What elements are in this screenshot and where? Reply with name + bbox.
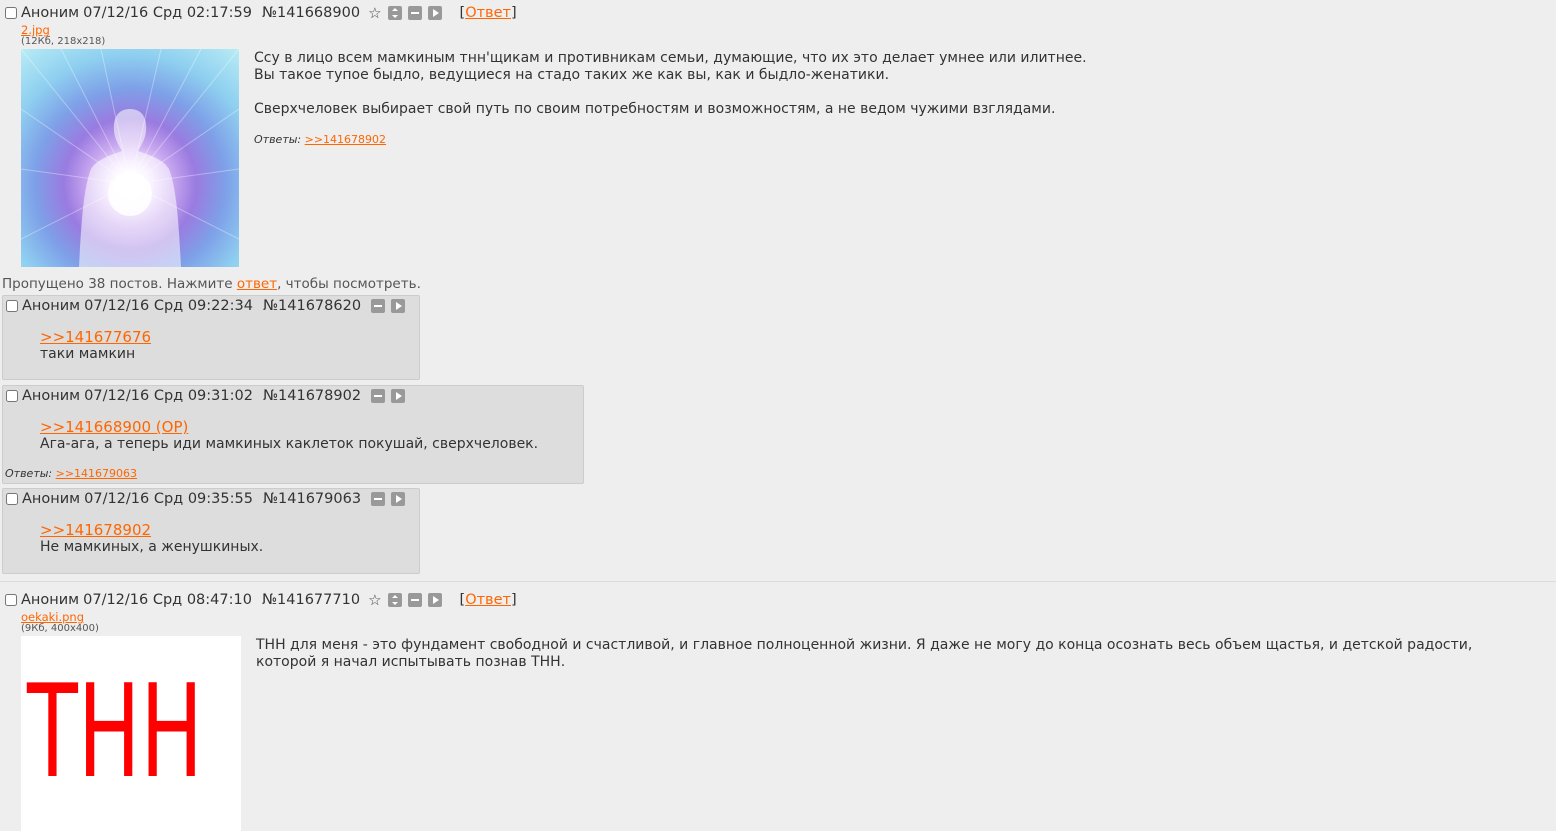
op1-replies-label: Ответы: (254, 133, 302, 146)
op2-image[interactable]: ТНН (21, 636, 241, 831)
reply-post-141679063: Аноним 07/12/16 Срд 09:35:55 №141679063 … (2, 488, 420, 574)
play-icon[interactable] (427, 593, 442, 607)
op2-post-number[interactable]: №141677710 (262, 592, 360, 608)
op2-header: Аноним 07/12/16 Срд 08:47:10 №141677710 … (0, 590, 517, 610)
op1-image[interactable] (21, 49, 239, 267)
post3-quote-link[interactable]: >>141668900 (OP) (40, 419, 538, 436)
post2-select-checkbox[interactable] (6, 300, 18, 312)
omitted-text-before: Пропущено 38 постов. Нажмите (2, 276, 237, 292)
post4-post-number[interactable]: №141679063 (263, 491, 361, 507)
hide-icon[interactable] (407, 593, 422, 607)
expand-icon[interactable] (387, 593, 402, 607)
op1-post-number[interactable]: №141668900 (262, 5, 360, 21)
op1-file-name[interactable]: 2.jpg (21, 24, 105, 36)
play-icon[interactable] (427, 6, 442, 20)
expand-icon[interactable] (387, 6, 402, 20)
op1-reply-bracket-close: ] (510, 5, 517, 21)
post2-message: >>141677676 таки мамкин (40, 329, 151, 363)
op2-image-text: ТНН (26, 658, 203, 807)
post4-select-checkbox[interactable] (6, 493, 18, 505)
op1-poster-name: Аноним (21, 5, 80, 21)
post4-quote-link[interactable]: >>141678902 (40, 522, 263, 539)
op2-select-checkbox[interactable] (5, 594, 17, 606)
op2-message: ТНН для меня - это фундамент свободной и… (256, 637, 1506, 671)
star-icon[interactable]: ☆ (368, 6, 381, 21)
op1-replies: Ответы: >>141678902 (254, 133, 386, 146)
hide-icon[interactable] (371, 492, 386, 506)
omitted-reply-link[interactable]: ответ (237, 276, 277, 292)
post4-message: >>141678902 Не мамкиных, а женушкиных. (40, 522, 263, 556)
op2-poster-name: Аноним (21, 592, 80, 608)
post4-post-date: 07/12/16 Срд 09:35:55 (84, 491, 253, 507)
post2-post-date: 07/12/16 Срд 09:22:34 (84, 298, 253, 314)
post2-post-number[interactable]: №141678620 (263, 298, 361, 314)
post3-replies: Ответы: >>141679063 (5, 467, 137, 480)
post2-header: Аноним 07/12/16 Срд 09:22:34 №141678620 (3, 296, 406, 316)
op2-file-meta: (9Кб, 400x400) (21, 623, 99, 634)
op1-message-line: Вы такое тупое быдло, ведущиеся на стадо… (254, 67, 890, 83)
post3-replies-label: Ответы: (5, 467, 53, 480)
post2-quote-link[interactable]: >>141677676 (40, 329, 151, 346)
post3-post-date: 07/12/16 Срд 09:31:02 (84, 388, 253, 404)
post3-poster-name: Аноним (22, 388, 81, 404)
op2-message-line: ТНН для меня - это фундамент свободной и… (256, 637, 1473, 670)
post2-poster-name: Аноним (22, 298, 81, 314)
op2-file-name[interactable]: oekaki.png (21, 611, 99, 623)
post3-header: Аноним 07/12/16 Срд 09:31:02 №141678902 (3, 386, 406, 406)
op1-replies-link[interactable]: >>141678902 (305, 133, 386, 146)
op1-message: Ссу в лицо всем мамкиным тнн'щикам и про… (254, 50, 1534, 118)
reply-post-141678902: Аноним 07/12/16 Срд 09:31:02 №141678902 … (2, 385, 584, 484)
op2-reply-link[interactable]: Ответ (465, 592, 511, 608)
op1-message-line: Сверхчеловек выбирает свой путь по своим… (254, 101, 1056, 117)
op1-reply-link[interactable]: Ответ (465, 5, 511, 21)
op1-file-info: 2.jpg (12Кб, 218x218) (21, 24, 106, 47)
op1-header: Аноним 07/12/16 Срд 02:17:59 №141668900 … (0, 3, 517, 23)
hide-icon[interactable] (371, 299, 386, 313)
star-icon[interactable]: ☆ (368, 593, 381, 608)
op1-file-meta: (12Кб, 218x218) (21, 36, 106, 47)
hide-icon[interactable] (407, 6, 422, 20)
post4-text: Не мамкиных, а женушкиных. (40, 539, 264, 555)
op2-file-info: oekaki.png (9Кб, 400x400) (21, 611, 99, 634)
op1-message-line: Ссу в лицо всем мамкиным тнн'щикам и про… (254, 50, 1087, 66)
play-icon[interactable] (391, 299, 406, 313)
post3-post-number[interactable]: №141678902 (263, 388, 361, 404)
op2-post-date: 07/12/16 Срд 08:47:10 (83, 592, 252, 608)
post3-text: Ага-ага, а теперь иди мамкиных каклеток … (40, 436, 539, 452)
op2-reply-bracket-close: ] (510, 592, 517, 608)
post4-poster-name: Аноним (22, 491, 81, 507)
op1-post-date: 07/12/16 Срд 02:17:59 (83, 5, 252, 21)
thread-separator (0, 581, 1556, 582)
reply-post-141678620: Аноним 07/12/16 Срд 09:22:34 №141678620 … (2, 295, 420, 380)
post3-replies-link[interactable]: >>141679063 (56, 467, 137, 480)
post4-header: Аноним 07/12/16 Срд 09:35:55 №141679063 (3, 489, 406, 509)
hide-icon[interactable] (371, 389, 386, 403)
post3-message: >>141668900 (OP) Ага-ага, а теперь иди м… (40, 419, 538, 453)
play-icon[interactable] (391, 389, 406, 403)
omitted-posts-notice: Пропущено 38 постов. Нажмите ответ, чтоб… (2, 276, 421, 292)
post2-text: таки мамкин (40, 346, 136, 362)
play-icon[interactable] (391, 492, 406, 506)
op1-select-checkbox[interactable] (5, 7, 17, 19)
post3-select-checkbox[interactable] (6, 390, 18, 402)
omitted-text-after: , чтобы посмотреть. (277, 276, 421, 292)
